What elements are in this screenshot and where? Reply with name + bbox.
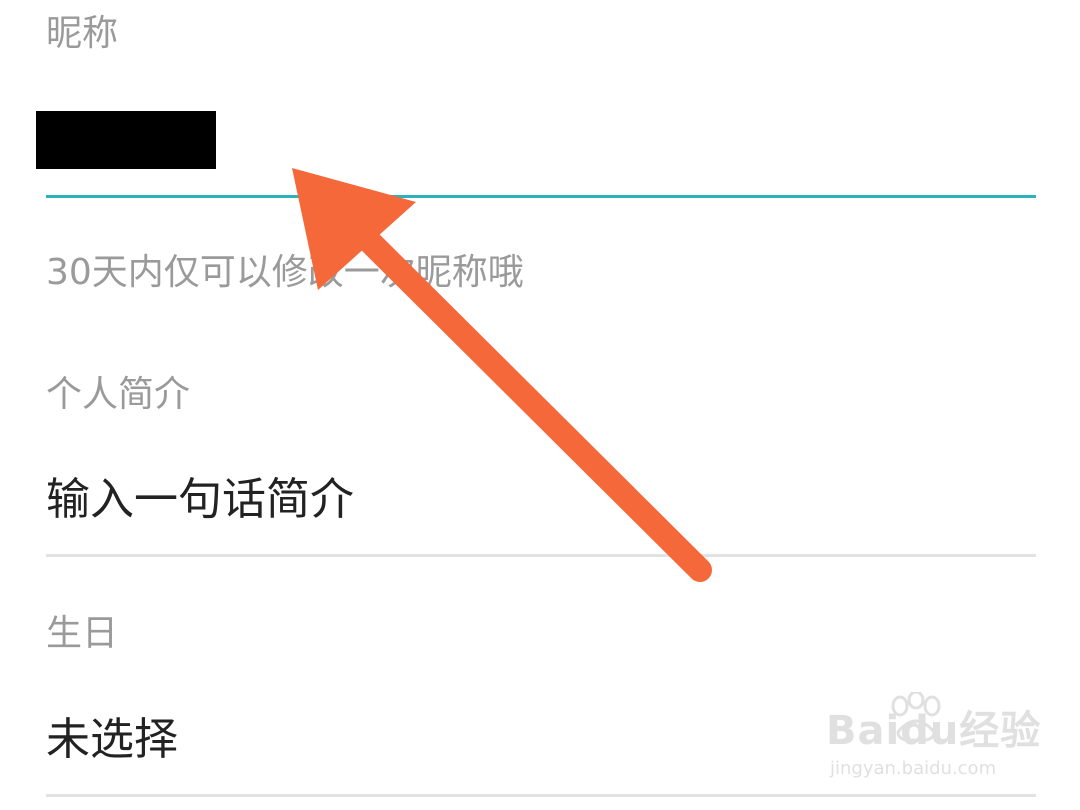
nickname-input-underline	[46, 195, 1036, 198]
birthday-divider	[46, 794, 1036, 797]
nickname-input-redacted[interactable]	[36, 111, 216, 169]
bio-label: 个人简介	[46, 374, 191, 415]
nickname-hint: 30天内仅可以修改一次昵称哦	[46, 252, 524, 293]
bio-input[interactable]: 输入一句话简介	[46, 478, 354, 522]
nickname-label: 昵称	[46, 13, 119, 54]
bio-divider	[46, 554, 1036, 557]
watermark-url: jingyan.baidu.com	[830, 758, 997, 779]
birthday-selector[interactable]: 未选择	[46, 718, 178, 762]
birthday-label: 生日	[46, 613, 119, 654]
profile-edit-screen: 昵称 30天内仅可以修改一次昵称哦 个人简介 输入一句话简介 生日 未选择 Ba…	[0, 0, 1080, 810]
baidu-jingyan-watermark: Baidu经验 jingyan.baidu.com	[826, 692, 1040, 784]
watermark-brand: Baidu经验	[826, 708, 1042, 754]
